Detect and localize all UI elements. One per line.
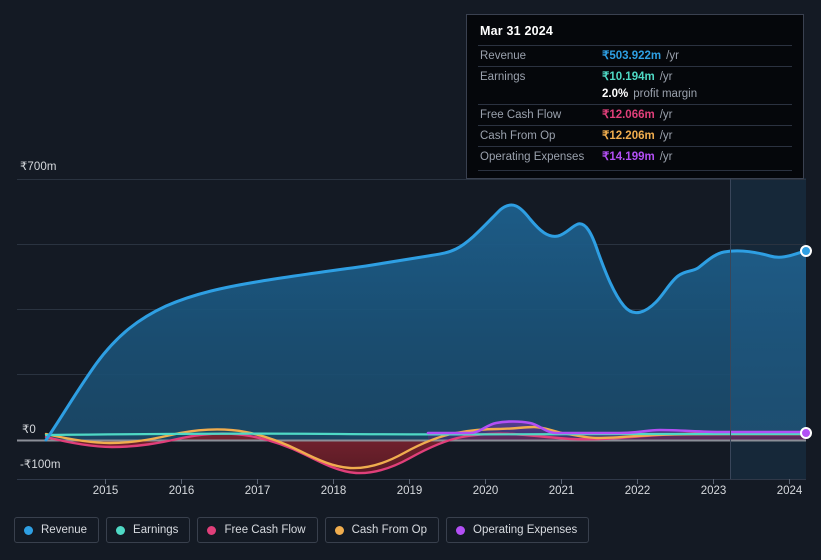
earnings-line: [46, 434, 806, 435]
operating-expenses-endpoint-marker[interactable]: [801, 428, 811, 438]
legend-item-label: Cash From Op: [352, 524, 427, 536]
tooltip-row-unit: profit margin: [633, 87, 697, 101]
legend-item-cash-from-op[interactable]: Cash From Op: [325, 517, 439, 543]
tooltip-row-cash-from-op: Cash From Op₹12.206m/yr: [478, 125, 792, 146]
legend-item-label: Earnings: [133, 524, 178, 536]
x-axis-tick-2021: 2021: [549, 485, 575, 497]
tooltip-row-value: 2.0%: [602, 87, 628, 101]
revenue-area-forecast-tint: [730, 251, 806, 440]
tooltip-row-label: Cash From Op: [480, 129, 602, 143]
legend-color-dot-icon: [456, 526, 465, 535]
tooltip-date: Mar 31 2024: [478, 23, 792, 45]
tooltip-row-label: Free Cash Flow: [480, 108, 602, 122]
tooltip-row-value: ₹12.066m: [602, 108, 655, 122]
tooltip-row-operating-expenses: Operating Expenses₹14.199m/yr: [478, 146, 792, 167]
chart-legend: Revenue Earnings Free Cash Flow Cash From O…: [14, 517, 589, 543]
tooltip-rows: Revenue₹503.922m/yrEarnings₹10.194m/yr2.…: [478, 45, 792, 167]
tooltip-row-free-cash-flow: Free Cash Flow₹12.066m/yr: [478, 104, 792, 125]
legend-color-dot-icon: [116, 526, 125, 535]
x-axis-tick-2024: 2024: [777, 485, 803, 497]
revenue-endpoint-marker[interactable]: [801, 246, 811, 256]
x-axis-tick-2018: 2018: [321, 485, 347, 497]
tooltip-row-value: ₹14.199m: [602, 150, 655, 164]
tooltip-row-unit: /yr: [660, 108, 673, 122]
y-axis-label-negative: -₹100m: [20, 457, 61, 471]
x-axis-tick-2015: 2015: [93, 485, 119, 497]
legend-item-earnings[interactable]: Earnings: [106, 517, 190, 543]
tooltip-row-label: Operating Expenses: [480, 150, 602, 164]
x-axis-tick-2020: 2020: [473, 485, 499, 497]
tooltip-row-revenue: Revenue₹503.922m/yr: [478, 45, 792, 66]
tooltip-row-unit: /yr: [666, 49, 679, 63]
x-axis-tick-2017: 2017: [245, 485, 271, 497]
x-axis-tick-2016: 2016: [169, 485, 195, 497]
x-axis-tick-2023: 2023: [701, 485, 727, 497]
tooltip-row-earnings: Earnings₹10.194m/yr: [478, 66, 792, 87]
financial-chart: ₹700m ₹0 -₹100m 2015 2016 2017 2018 2019 2020…: [0, 0, 821, 560]
tooltip-row-label: Revenue: [480, 49, 602, 63]
tooltip-row-label: Earnings: [480, 70, 602, 84]
chart-tooltip: Mar 31 2024 Revenue₹503.922m/yrEarnings₹…: [466, 14, 804, 179]
revenue-area: [46, 205, 806, 440]
legend-color-dot-icon: [207, 526, 216, 535]
tooltip-row-value: ₹12.206m: [602, 129, 655, 143]
legend-color-dot-icon: [24, 526, 33, 535]
legend-item-revenue[interactable]: Revenue: [14, 517, 99, 543]
tooltip-row-unit: /yr: [660, 150, 673, 164]
legend-item-label: Revenue: [41, 524, 87, 536]
legend-item-label: Operating Expenses: [473, 524, 577, 536]
tooltip-row-profit-margin: 2.0% profit margin: [478, 87, 792, 104]
tooltip-row-value: ₹10.194m: [602, 70, 655, 84]
y-axis-label-top: ₹700m: [20, 159, 57, 173]
legend-color-dot-icon: [335, 526, 344, 535]
legend-item-operating-expenses[interactable]: Operating Expenses: [446, 517, 589, 543]
x-axis-tick-2022: 2022: [625, 485, 651, 497]
legend-item-label: Free Cash Flow: [224, 524, 305, 536]
tooltip-bottom-rule: [478, 170, 792, 171]
tooltip-row-value: ₹503.922m: [602, 49, 661, 63]
y-axis-label-zero: ₹0: [22, 422, 36, 436]
legend-item-free-cash-flow[interactable]: Free Cash Flow: [197, 517, 317, 543]
tooltip-row-unit: /yr: [660, 129, 673, 143]
x-axis-tick-2019: 2019: [397, 485, 423, 497]
tooltip-row-unit: /yr: [660, 70, 673, 84]
